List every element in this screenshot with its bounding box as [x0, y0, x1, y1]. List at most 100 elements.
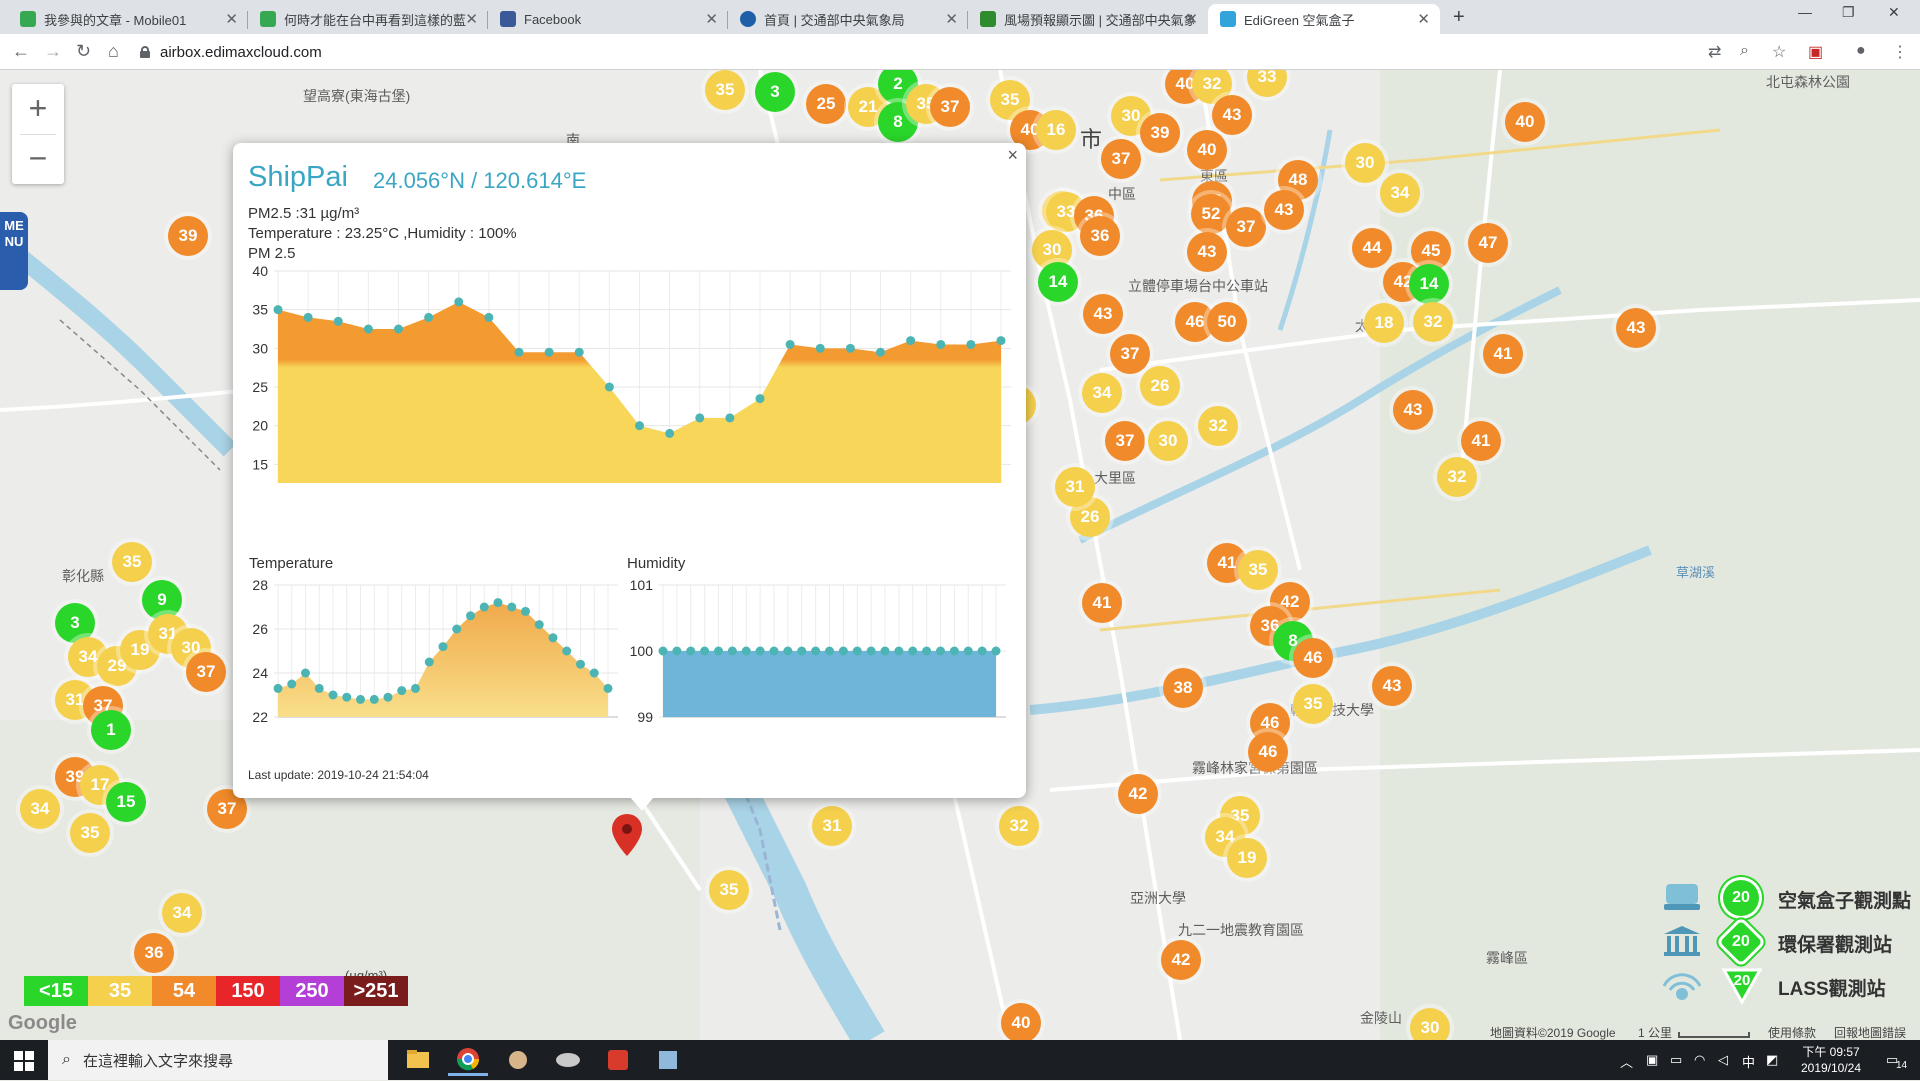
- battery-icon[interactable]: ▭: [1670, 1052, 1682, 1068]
- tab-close-icon[interactable]: ✕: [705, 10, 718, 28]
- airbox-station-marker[interactable]: 35: [112, 542, 152, 582]
- windows-start-icon[interactable]: [14, 1051, 34, 1071]
- airbox-station-marker[interactable]: 37: [930, 87, 970, 127]
- tab-edigreen[interactable]: EdiGreen 空氣盒子 ✕: [1208, 4, 1440, 34]
- airbox-station-marker[interactable]: 32: [1198, 406, 1238, 446]
- popup-close-button[interactable]: ×: [1007, 145, 1018, 166]
- airbox-station-marker[interactable]: 37: [186, 652, 226, 692]
- taskbar-search-input[interactable]: ⌕ 在這裡輸入文字來搜尋: [48, 1040, 388, 1080]
- airbox-station-marker[interactable]: 42: [1118, 774, 1158, 814]
- airbox-station-marker[interactable]: 43: [1372, 666, 1412, 706]
- airbox-station-marker[interactable]: 35: [1293, 684, 1333, 724]
- chrome-app[interactable]: [448, 1044, 488, 1076]
- airbox-station-marker[interactable]: 14: [1038, 262, 1078, 302]
- airbox-station-marker[interactable]: 31: [1055, 467, 1095, 507]
- airbox-station-marker[interactable]: 38: [1163, 668, 1203, 708]
- airbox-station-marker[interactable]: 31: [812, 806, 852, 846]
- airbox-station-marker[interactable]: 15: [106, 782, 146, 822]
- airbox-station-marker[interactable]: 3: [755, 72, 795, 112]
- airbox-station-marker[interactable]: 40: [1001, 1003, 1041, 1040]
- tab-mobile01-blue[interactable]: 何時才能在台中再看到這樣的藍 ✕: [248, 4, 488, 34]
- tab-cwb-wind[interactable]: 風場預報顯示圖 | 交通部中央氣象 ✕: [968, 4, 1208, 34]
- tab-close-icon[interactable]: ✕: [225, 10, 238, 28]
- wifi-icon[interactable]: ◠: [1694, 1052, 1705, 1068]
- airbox-station-marker[interactable]: 34: [162, 893, 202, 933]
- airbox-station-marker[interactable]: 46: [1293, 638, 1333, 678]
- airbox-station-marker[interactable]: 39: [168, 216, 208, 256]
- airbox-station-marker[interactable]: 36: [1080, 216, 1120, 256]
- airbox-station-marker[interactable]: 36: [134, 933, 174, 973]
- airbox-station-marker[interactable]: 18: [1364, 303, 1404, 343]
- airbox-station-marker[interactable]: 39: [1140, 113, 1180, 153]
- new-tab-button[interactable]: +: [1453, 6, 1465, 29]
- app-3[interactable]: [498, 1044, 538, 1076]
- airbox-station-marker[interactable]: 19: [1227, 838, 1267, 878]
- url-field[interactable]: airbox.edimaxcloud.com: [140, 37, 1700, 67]
- airbox-station-marker[interactable]: 34: [1082, 373, 1122, 413]
- selected-station-pin-icon[interactable]: [612, 814, 642, 856]
- ime-mode-icon[interactable]: ◩: [1766, 1052, 1778, 1068]
- airbox-station-marker[interactable]: 43: [1264, 190, 1304, 230]
- airbox-station-marker[interactable]: 32: [1413, 302, 1453, 342]
- airbox-station-marker[interactable]: 35: [705, 70, 745, 110]
- taskbar-clock[interactable]: 下午 09:57 2019/10/24: [1786, 1044, 1876, 1076]
- airbox-station-marker[interactable]: 34: [1380, 173, 1420, 213]
- airbox-station-marker[interactable]: 43: [1187, 232, 1227, 272]
- airbox-station-marker[interactable]: 32: [1437, 457, 1477, 497]
- airbox-station-marker[interactable]: 37: [1110, 334, 1150, 374]
- airbox-station-marker[interactable]: 26: [1140, 366, 1180, 406]
- airbox-station-marker[interactable]: 35: [709, 870, 749, 910]
- close-window-button[interactable]: ✕: [1888, 4, 1900, 21]
- app-6[interactable]: [648, 1044, 688, 1076]
- airbox-station-marker[interactable]: 44: [1352, 228, 1392, 268]
- airbox-station-marker[interactable]: 1: [91, 710, 131, 750]
- airbox-station-marker[interactable]: 37: [1226, 207, 1266, 247]
- airbox-station-marker[interactable]: 35: [70, 813, 110, 853]
- airbox-station-marker[interactable]: 30: [1148, 421, 1188, 461]
- airbox-station-marker[interactable]: 34: [20, 789, 60, 829]
- airbox-station-marker[interactable]: 43: [1393, 390, 1433, 430]
- file-explorer-app[interactable]: [398, 1044, 438, 1076]
- menu-kebab-icon[interactable]: ⋮: [1892, 42, 1908, 62]
- tab-close-icon[interactable]: ✕: [465, 10, 478, 28]
- report-error-link[interactable]: 回報地圖錯誤: [1834, 1024, 1906, 1040]
- airbox-station-marker[interactable]: 37: [1101, 139, 1141, 179]
- airbox-station-marker[interactable]: 37: [1105, 421, 1145, 461]
- airbox-station-marker[interactable]: 47: [1468, 223, 1508, 263]
- airbox-station-marker[interactable]: 35: [1238, 550, 1278, 590]
- app-5[interactable]: [598, 1044, 638, 1076]
- airbox-station-marker[interactable]: 41: [1461, 421, 1501, 461]
- ime-indicator[interactable]: 中: [1742, 1052, 1755, 1071]
- minimize-button[interactable]: —: [1798, 4, 1812, 20]
- airbox-station-marker[interactable]: 41: [1483, 334, 1523, 374]
- airbox-station-marker[interactable]: 32: [999, 806, 1039, 846]
- home-icon[interactable]: ⌂: [108, 41, 119, 62]
- tab-mobile01[interactable]: 我參與的文章 - Mobile01 ✕: [8, 4, 248, 34]
- menu-tab-button[interactable]: MENU: [0, 212, 28, 290]
- airbox-station-marker[interactable]: 30: [1345, 143, 1385, 183]
- tray-app-icon[interactable]: ▣: [1646, 1052, 1658, 1068]
- airbox-station-marker[interactable]: 25: [806, 84, 846, 124]
- volume-icon[interactable]: ◁: [1718, 1052, 1728, 1068]
- airbox-station-marker[interactable]: 40: [1187, 130, 1227, 170]
- maximize-button[interactable]: ❐: [1842, 4, 1855, 21]
- tab-facebook[interactable]: Facebook ✕: [488, 4, 728, 34]
- tab-close-icon[interactable]: ✕: [1185, 10, 1198, 28]
- airbox-station-marker[interactable]: 52: [1191, 194, 1231, 234]
- airbox-station-marker[interactable]: 43: [1212, 95, 1252, 135]
- zoom-in-button[interactable]: +: [12, 84, 64, 134]
- airbox-station-marker[interactable]: 14: [1409, 264, 1449, 304]
- extension-icon[interactable]: ▣: [1808, 42, 1823, 62]
- terms-link[interactable]: 使用條款: [1768, 1024, 1816, 1040]
- forward-icon[interactable]: →: [44, 41, 62, 62]
- airbox-station-marker[interactable]: 41: [1082, 583, 1122, 623]
- airbox-station-marker[interactable]: 50: [1207, 302, 1247, 342]
- tab-cwb[interactable]: 首頁 | 交通部中央氣象局 ✕: [728, 4, 968, 34]
- zoom-out-button[interactable]: −: [12, 134, 64, 184]
- app-4[interactable]: [548, 1044, 588, 1076]
- airbox-station-marker[interactable]: 30: [1410, 1008, 1450, 1040]
- tab-close-icon[interactable]: ✕: [945, 10, 958, 28]
- back-icon[interactable]: ←: [12, 41, 30, 62]
- tray-chevron-icon[interactable]: ︿: [1620, 1052, 1633, 1071]
- airbox-station-marker[interactable]: 42: [1161, 940, 1201, 980]
